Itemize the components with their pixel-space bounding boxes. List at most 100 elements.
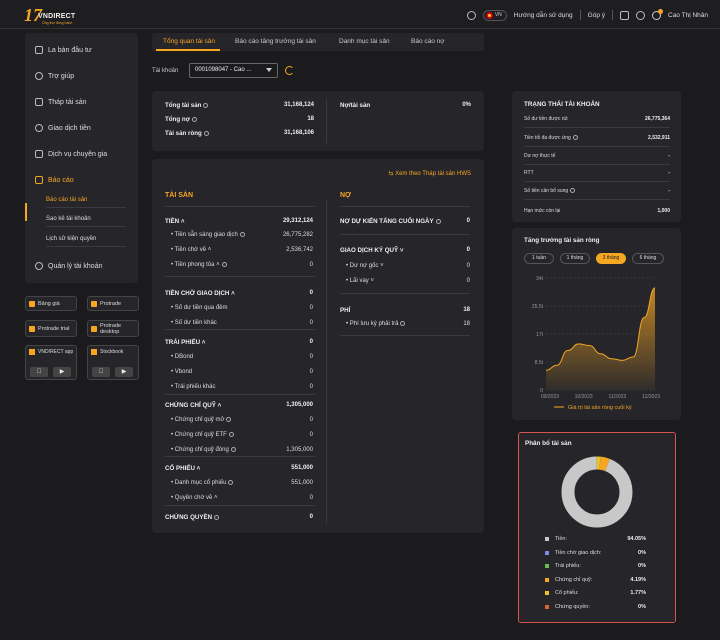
sidebar-item-cash-transaction[interactable]: Giao dịch tiền [35, 121, 91, 135]
gear-icon[interactable] [466, 10, 476, 20]
app-vndirect-label: VNDIRECT app [38, 349, 74, 355]
app-protrade[interactable]: Protrade [87, 296, 139, 311]
app-protrade-trial[interactable]: Protrade trial [25, 320, 77, 337]
legend-swatch [545, 577, 549, 582]
asset-row-label: TRÁI PHIẾU ˄ [165, 339, 206, 346]
asset-row-value: 0 [309, 262, 313, 268]
asset-row-label: • Danh mục cổ phiếu [171, 480, 234, 486]
app-vndirect[interactable]: VNDIRECT app  ▶ [25, 345, 77, 380]
bell-icon[interactable] [636, 10, 645, 20]
divider [340, 293, 470, 294]
donut-slice [561, 456, 633, 528]
x-tick-label: 10/2023 [575, 394, 593, 400]
asset-row-value: 0 [309, 514, 313, 520]
period-pill[interactable]: 3 tháng [596, 253, 626, 264]
y-tick-label: 34t [536, 276, 544, 282]
status-row: Hạn mức còn lại 1,000 [524, 208, 670, 214]
tab-asset-portfolio[interactable]: Danh mục tài sản [339, 38, 390, 45]
sidebar-sub-statement[interactable]: Sao kê tài khoản [46, 216, 91, 222]
tab-asset-overview[interactable]: Tổng quan tài sản [163, 38, 215, 45]
app-icon [91, 300, 97, 307]
divider [524, 127, 670, 128]
period-pill[interactable]: 6 tháng [632, 253, 664, 264]
status-row-value: - [668, 153, 670, 159]
divider [46, 207, 126, 208]
top-bar: 17 VNDIRECT Ông thợ đồng hành VN Hướng d… [0, 0, 720, 29]
brand-logo[interactable]: 17 VNDIRECT Ông thợ đồng hành [24, 6, 84, 26]
status-row-label: Tiền tối đa được ứng [524, 135, 578, 141]
asset-row-label: CỔ PHIẾU ˄ [165, 465, 201, 472]
assets-header: TÀI SẢN [165, 192, 193, 199]
user-icon[interactable] [652, 8, 663, 20]
sidebar-item-asset-tower[interactable]: Tháp tài sản [35, 95, 87, 109]
tab-debt-report[interactable]: Báo cáo nợ [411, 38, 445, 45]
status-row-value: 2,532,911 [648, 135, 670, 141]
asset-row-value: 551,000 [291, 480, 313, 486]
sidebar-item-report[interactable]: Báo cáo [35, 173, 74, 187]
play-store-icon[interactable]: ▶ [53, 367, 71, 377]
sidebar-sub-asset-report[interactable]: Báo cáo tài sản [46, 197, 87, 203]
sidebar-item-account-management[interactable]: Quản lý tài khoản [35, 259, 102, 273]
user-name[interactable]: Cao Thị Nhân [668, 12, 708, 19]
language-selector[interactable]: VN [482, 9, 507, 21]
apple-store-icon[interactable]:  [30, 367, 48, 377]
debt-ratio-value: 0% [462, 102, 471, 108]
status-row-label: Số tiền cần bổ sung [524, 188, 576, 194]
asset-row-label: TIỀN ˄ [165, 218, 185, 225]
divider [612, 10, 613, 20]
divider [326, 99, 327, 143]
debt-row-label: NỢ DỰ KIẾN TẤNG CUỐI NGÀY [340, 218, 441, 225]
asset-row-label: • Tiền chờ về ˄ [171, 247, 212, 253]
asset-row-value: 551,000 [291, 465, 313, 471]
account-status-title: TRẠNG THÁI TÀI KHOẢN [524, 101, 600, 108]
info-icon [221, 262, 227, 267]
period-pill[interactable]: 1 tuần [524, 253, 554, 264]
legend-swatch [545, 550, 549, 555]
debt-row-value: 0 [466, 278, 470, 284]
allocation-label: Chứng chỉ quỹ: [555, 576, 593, 583]
debt-row-label: • Phí lưu ký phải trả [346, 321, 406, 327]
divider [326, 199, 327, 524]
help-link[interactable]: Hướng dẫn sử dụng [514, 12, 573, 19]
app-bang-gia[interactable]: Bảng giá [25, 296, 77, 311]
apple-store-icon[interactable]:  [92, 367, 110, 377]
tab-asset-growth[interactable]: Báo cáo tăng trưởng tài sản [235, 38, 316, 45]
status-row: Số dư tiền được rút 26,775,364 [524, 116, 670, 122]
app-protrade-desktop[interactable]: Protrade desktop [87, 320, 139, 337]
debt-ratio-label: Nợ/tài sản [340, 102, 371, 109]
asset-row-label: CHỨNG QUYỀN [165, 514, 220, 521]
play-store-icon[interactable]: ▶ [115, 367, 133, 377]
sidebar: La bàn đầu tư Trợ giúp Tháp tài sản Giao… [25, 33, 138, 283]
allocation-label: Tiền chờ giao dịch: [555, 549, 602, 556]
net-assets-label: Tài sản ròng [165, 130, 209, 137]
refresh-icon[interactable] [285, 66, 294, 75]
divider [165, 505, 315, 506]
allocation-label: Cổ phiếu: [555, 590, 579, 596]
growth-title: Tăng trưởng tài sản ròng [524, 237, 600, 244]
divider [165, 276, 315, 277]
chevron-down-icon [266, 68, 272, 72]
app-icon [29, 300, 35, 307]
asset-row-value: 2,536,742 [286, 247, 313, 253]
view-hws-link[interactable]: ⇆ Xem theo Tháp tài sản HWS [388, 170, 471, 177]
status-row: Dư nợ thực tế - [524, 153, 670, 159]
divider [524, 146, 670, 147]
feedback-link[interactable]: Góp ý [588, 12, 605, 19]
divider [46, 226, 126, 227]
app-stockbook[interactable]: Stockbook  ▶ [87, 345, 139, 380]
period-pill[interactable]: 1 tháng [560, 253, 590, 264]
sidebar-item-compass[interactable]: La bàn đầu tư [35, 43, 92, 57]
info-icon [400, 321, 406, 326]
sidebar-sub-rights-history[interactable]: Lịch sử kiện quyền [46, 236, 96, 242]
allocation-donut [561, 456, 633, 528]
debt-row-value: 0 [466, 263, 470, 269]
sidebar-item-expert-service[interactable]: Dịch vụ chuyên gia [35, 147, 107, 161]
info-icon [228, 480, 234, 485]
legend-swatch [545, 537, 549, 541]
mail-icon[interactable] [620, 10, 629, 20]
account-select[interactable]: 0001098047 - Cao ... [189, 63, 278, 78]
info-icon [239, 232, 245, 237]
asset-row-label: • Số dư tiền qua đêm [171, 305, 228, 311]
divider [340, 234, 470, 235]
sidebar-item-help[interactable]: Trợ giúp [35, 69, 74, 83]
